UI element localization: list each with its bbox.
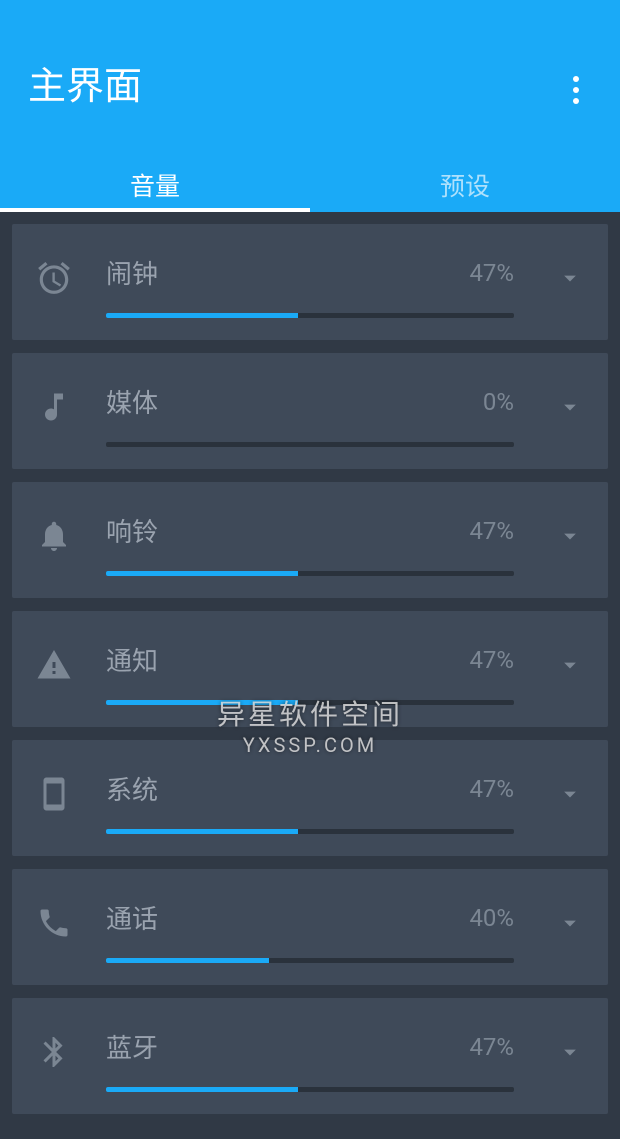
alarm-icon bbox=[32, 256, 76, 300]
overflow-menu-button[interactable] bbox=[556, 70, 596, 110]
volume-percent: 47% bbox=[469, 646, 514, 674]
volume-label: 蓝牙 bbox=[106, 1028, 158, 1065]
volume-percent: 40% bbox=[469, 904, 514, 932]
volume-card-alarm: 闹钟 47% bbox=[12, 224, 608, 340]
phone-device-icon bbox=[32, 772, 76, 816]
volume-percent: 47% bbox=[469, 517, 514, 545]
volume-label: 通话 bbox=[106, 899, 158, 936]
volume-slider-alarm[interactable] bbox=[106, 313, 514, 318]
tab-volume[interactable]: 音量 bbox=[0, 158, 310, 212]
volume-percent: 47% bbox=[469, 775, 514, 803]
bluetooth-icon bbox=[32, 1030, 76, 1074]
volume-slider-call[interactable] bbox=[106, 958, 514, 963]
volume-percent: 47% bbox=[469, 259, 514, 287]
music-icon bbox=[32, 385, 76, 429]
alert-icon bbox=[32, 643, 76, 687]
volume-slider-system[interactable] bbox=[106, 829, 514, 834]
volume-card-media: 媒体 0% bbox=[12, 353, 608, 469]
volume-slider-bluetooth[interactable] bbox=[106, 1087, 514, 1092]
volume-label: 闹钟 bbox=[106, 254, 158, 291]
volume-card-bluetooth: 蓝牙 47% bbox=[12, 998, 608, 1114]
page-title: 主界面 bbox=[0, 0, 620, 110]
call-icon bbox=[32, 901, 76, 945]
volume-card-system: 系统 47% bbox=[12, 740, 608, 856]
expand-button[interactable] bbox=[552, 647, 588, 683]
volume-label: 系统 bbox=[106, 770, 158, 807]
volume-label: 媒体 bbox=[106, 383, 158, 420]
expand-button[interactable] bbox=[552, 776, 588, 812]
volume-label: 响铃 bbox=[106, 512, 158, 549]
volume-slider-notification[interactable] bbox=[106, 700, 514, 705]
volume-slider-media[interactable] bbox=[106, 442, 514, 447]
expand-button[interactable] bbox=[552, 1034, 588, 1070]
volume-card-call: 通话 40% bbox=[12, 869, 608, 985]
volume-label: 通知 bbox=[106, 641, 158, 678]
volume-list: 闹钟 47% 媒体 0% 响铃 bbox=[0, 212, 620, 1139]
expand-button[interactable] bbox=[552, 905, 588, 941]
volume-percent: 0% bbox=[483, 388, 514, 416]
volume-card-notification: 通知 47% bbox=[12, 611, 608, 727]
volume-percent: 47% bbox=[469, 1033, 514, 1061]
bell-icon bbox=[32, 514, 76, 558]
expand-button[interactable] bbox=[552, 518, 588, 554]
expand-button[interactable] bbox=[552, 260, 588, 296]
tab-preset[interactable]: 预设 bbox=[310, 158, 620, 212]
volume-slider-ring[interactable] bbox=[106, 571, 514, 576]
volume-card-ring: 响铃 47% bbox=[12, 482, 608, 598]
app-header: 主界面 bbox=[0, 0, 620, 158]
tab-bar: 音量 预设 bbox=[0, 158, 620, 212]
expand-button[interactable] bbox=[552, 389, 588, 425]
